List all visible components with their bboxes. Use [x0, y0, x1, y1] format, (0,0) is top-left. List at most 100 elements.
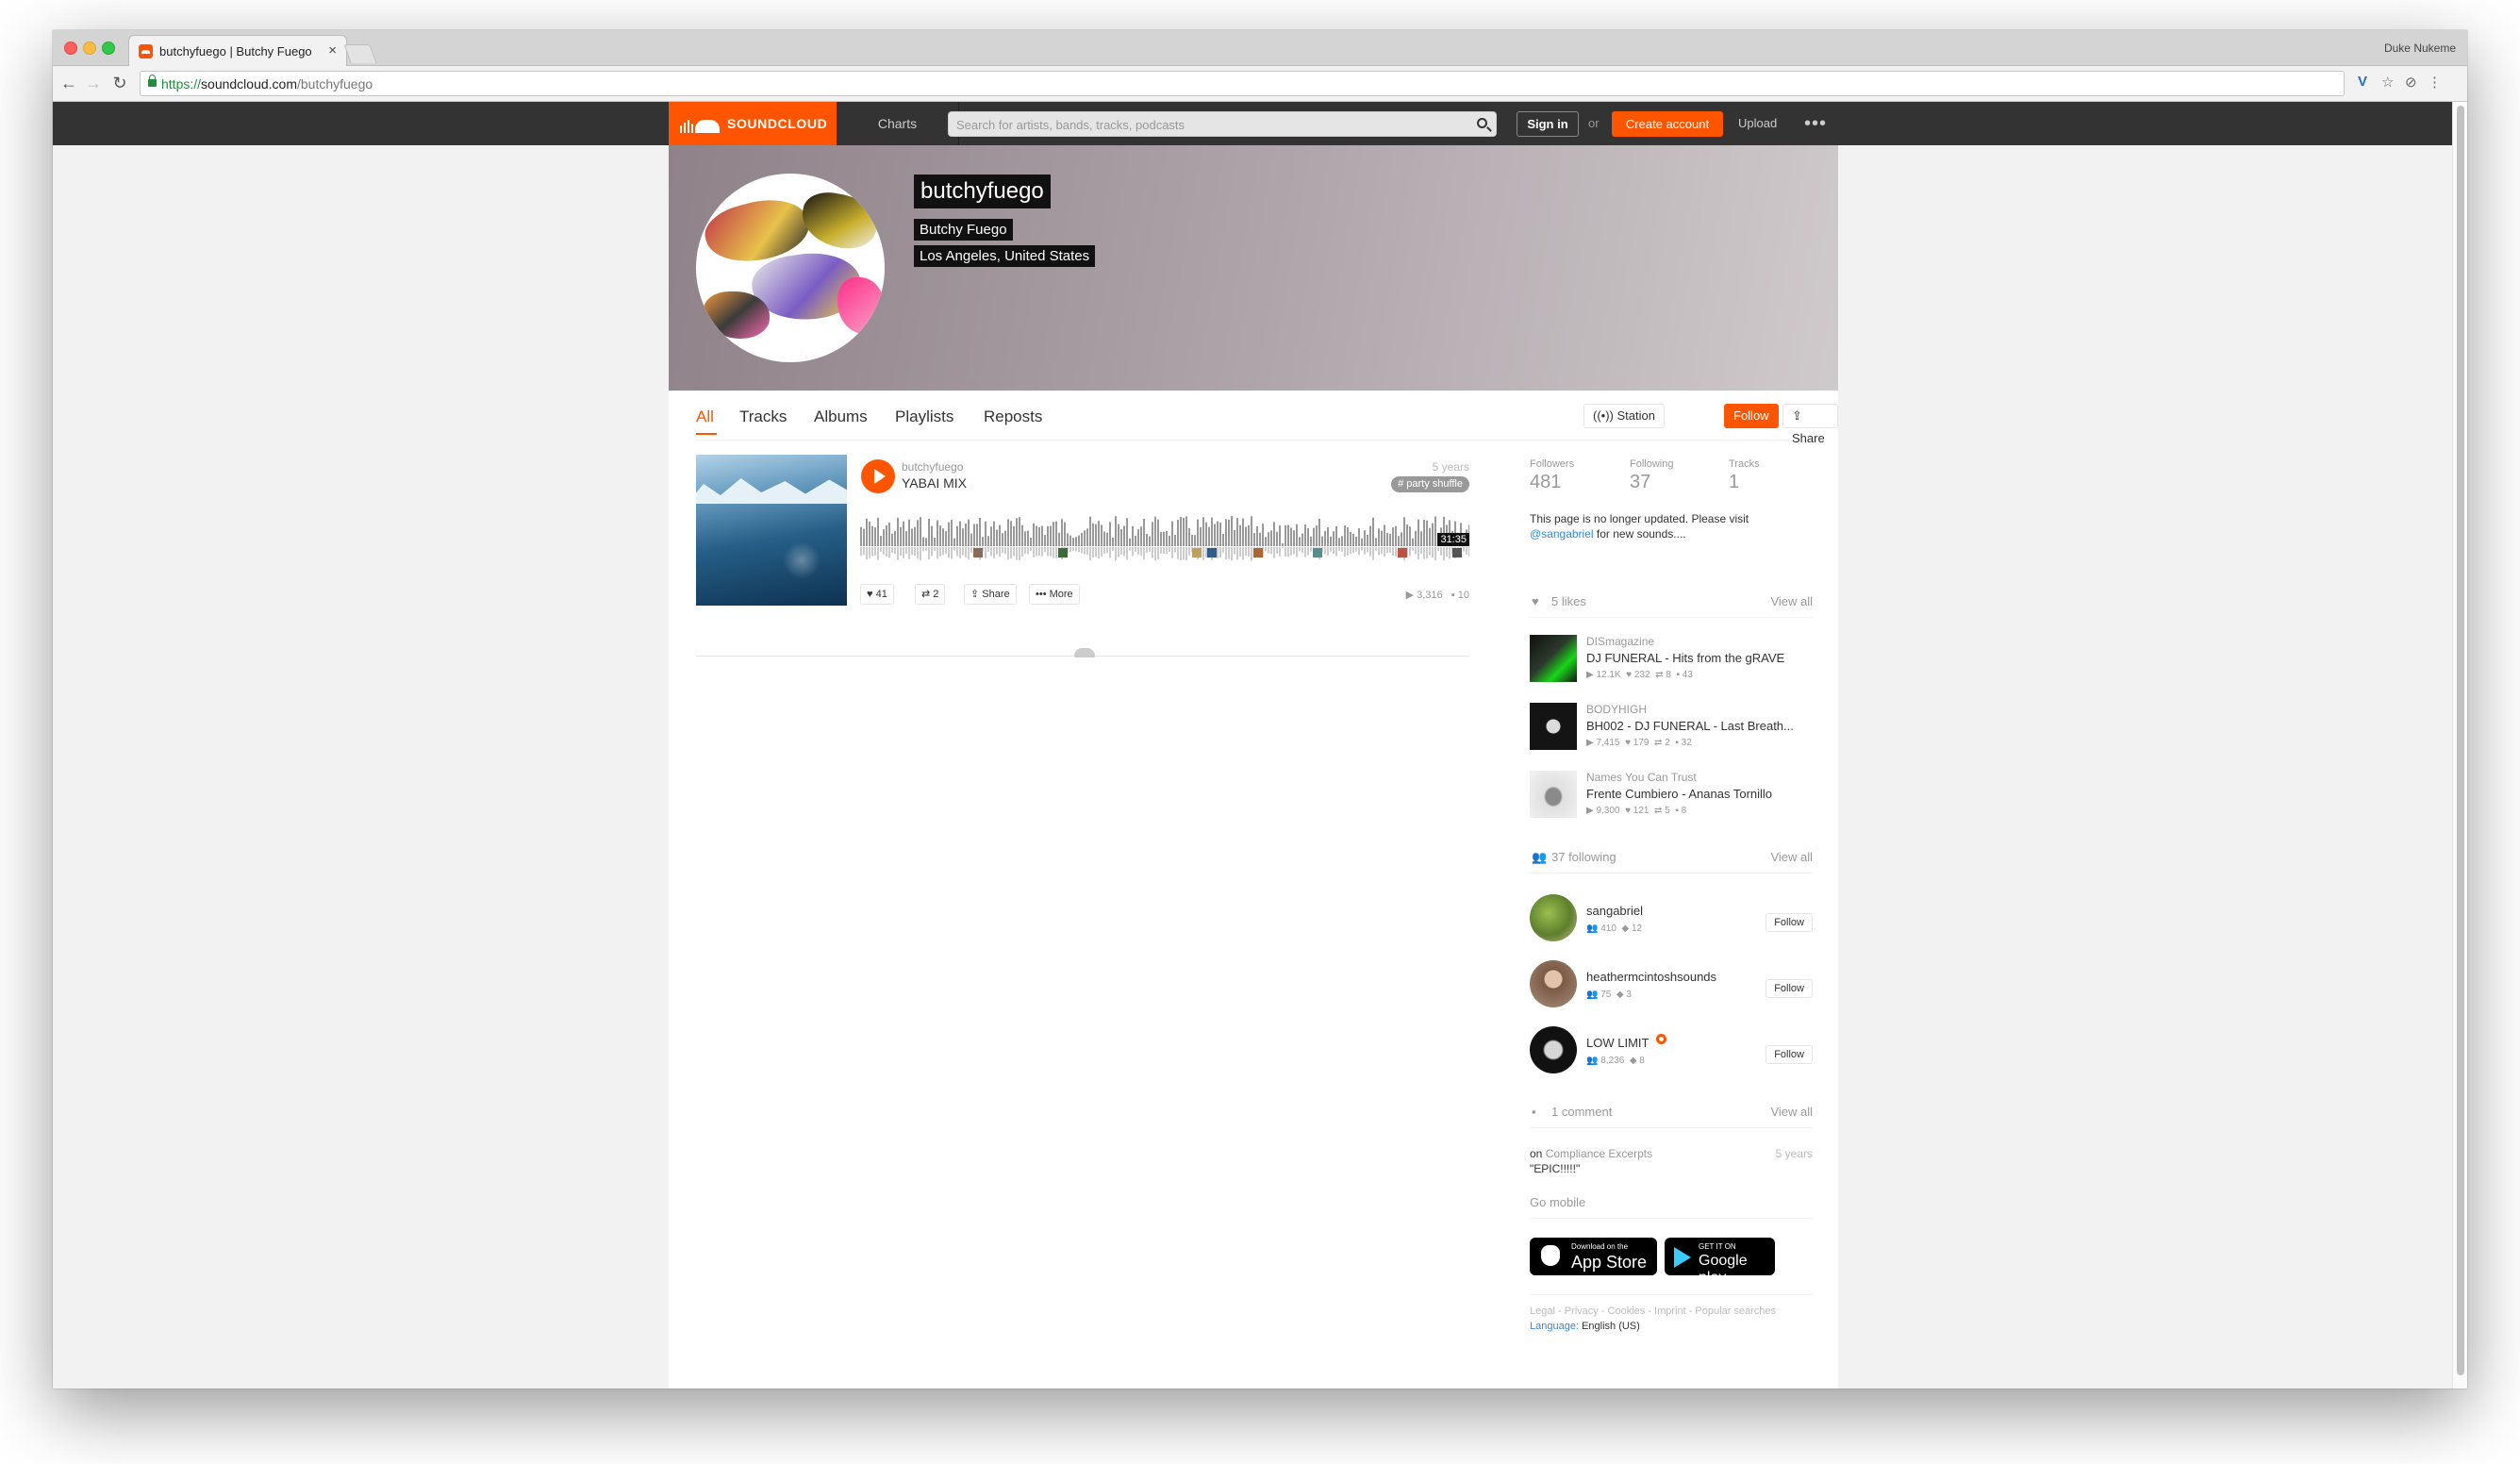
like-button[interactable]: ♥ 41 — [860, 584, 894, 605]
followers-icon: 👥 — [1586, 990, 1601, 1000]
tracks-label[interactable]: Tracks — [1729, 458, 1760, 470]
track-title[interactable]: YABAI MIX — [902, 475, 967, 491]
forward-arrow-icon[interactable]: → — [83, 73, 104, 93]
liked-track[interactable]: DISmagazine DJ FUNERAL - Hits from the g… — [1530, 635, 1813, 691]
tab-tracks[interactable]: Tracks — [739, 408, 787, 426]
track-share-button[interactable]: ⇪ Share — [964, 584, 1017, 605]
search-icon[interactable] — [1477, 118, 1487, 128]
sign-in-button[interactable]: Sign in — [1517, 111, 1579, 137]
upload-link[interactable]: Upload — [1738, 116, 1777, 130]
following-user[interactable]: sangabriel 👥 410 ◆ 12 Follow — [1530, 894, 1813, 951]
url-text: https://soundcloud.com/butchyfuego — [161, 76, 373, 92]
profile-main: butchyfuego Butchy Fuego Los Angeles, Un… — [669, 145, 1838, 1389]
comment-icon: ▪ — [1532, 1105, 1536, 1119]
back-arrow-icon[interactable]: ← — [58, 73, 79, 93]
following-user[interactable]: heathermcintoshsounds 👥 75 ◆ 3 Follow — [1530, 960, 1813, 1017]
comment-track-link[interactable]: Compliance Excerpts — [1546, 1147, 1652, 1160]
language-setting[interactable]: Language: English (US) — [1530, 1321, 1640, 1332]
follow-button[interactable]: Follow — [1724, 404, 1779, 428]
extension-icon[interactable]: ⊘ — [2405, 74, 2417, 91]
follow-user-button[interactable]: Follow — [1766, 1045, 1813, 1064]
following-count[interactable]: 37 — [1630, 472, 1650, 493]
bio-link[interactable]: @sangabriel — [1530, 527, 1594, 541]
menu-kebab-icon[interactable]: ⋮ — [2428, 74, 2442, 91]
more-options-icon[interactable]: ••• — [1804, 113, 1827, 135]
page-viewport: SOUNDCLOUD Charts Search for artists, ba… — [53, 102, 2452, 1389]
tab-bar: butchyfuego | Butchy Fuego × Duke Nukeme — [53, 30, 2467, 66]
profile-username: butchyfuego — [914, 175, 1051, 208]
lock-icon — [148, 75, 157, 87]
extension-v-icon[interactable]: V — [2358, 74, 2367, 90]
track-user[interactable]: butchyfuego — [902, 460, 963, 474]
scroll-thumb[interactable] — [2457, 106, 2464, 1375]
new-tab-button[interactable] — [343, 44, 377, 63]
apple-icon — [1541, 1245, 1560, 1266]
following-label[interactable]: Following — [1630, 458, 1673, 470]
comment-age: 5 years — [1775, 1147, 1813, 1160]
track-tag[interactable]: # party shuffle — [1391, 476, 1469, 492]
track-duration: 31:35 — [1437, 533, 1469, 546]
tabs-divider — [696, 440, 1811, 441]
reload-icon[interactable]: ↻ — [109, 73, 130, 93]
track-stats: ▶ 3,316 ▪ 10 — [1406, 589, 1469, 601]
browser-tab[interactable]: butchyfuego | Butchy Fuego × — [128, 35, 347, 66]
browser-window: butchyfuego | Butchy Fuego × Duke Nukeme… — [53, 30, 2467, 1389]
liked-track[interactable]: BODYHIGH BH002 - DJ FUNERAL - Last Breat… — [1530, 703, 1813, 759]
liked-track-artwork — [1530, 635, 1577, 682]
station-button[interactable]: ((•)) Station — [1583, 404, 1665, 428]
zoom-window-button[interactable] — [102, 42, 115, 55]
profile-location: Los Angeles, United States — [914, 245, 1096, 267]
waveform[interactable]: 31:35 — [860, 507, 1470, 563]
following-user[interactable]: LOW LIMIT 👥 8,236 ◆ 8 Follow — [1530, 1026, 1813, 1083]
search-input[interactable]: Search for artists, bands, tracks, podca… — [948, 111, 1497, 137]
track-artwork[interactable] — [696, 455, 847, 606]
following-header: 👥 37 following View all — [1530, 850, 1813, 873]
track-more-button[interactable]: ••• More — [1029, 584, 1080, 605]
bookmark-star-icon[interactable]: ☆ — [2381, 74, 2394, 91]
track-item: butchyfuego YABAI MIX 5 years # party sh… — [696, 455, 1470, 610]
following-view-all[interactable]: View all — [1770, 850, 1813, 864]
followers-label[interactable]: Followers — [1530, 458, 1574, 470]
nav-charts[interactable]: Charts — [837, 102, 959, 145]
comments-view-all[interactable]: View all — [1770, 1105, 1813, 1119]
browser-profile-name[interactable]: Duke Nukeme — [2384, 42, 2456, 55]
likes-header: ♥ 5 likes View all — [1530, 594, 1813, 618]
tab-albums[interactable]: Albums — [814, 408, 868, 426]
create-account-button[interactable]: Create account — [1612, 111, 1723, 137]
profile-bio: This page is no longer updated. Please v… — [1530, 512, 1749, 541]
likes-view-all[interactable]: View all — [1770, 594, 1813, 608]
play-button[interactable] — [861, 459, 895, 493]
followers-icon: 👥 — [1586, 1056, 1601, 1066]
active-tab-indicator — [696, 433, 717, 435]
profile-full-name: Butchy Fuego — [914, 219, 1013, 241]
tab-reposts[interactable]: Reposts — [984, 408, 1042, 426]
repost-icon: ⇄ — [921, 589, 934, 600]
station-icon: ((•)) — [1593, 408, 1617, 423]
page-scrollbar[interactable] — [2452, 102, 2467, 1389]
minimize-window-button[interactable] — [83, 42, 96, 55]
liked-track[interactable]: Names You Can Trust Frente Cumbiero - An… — [1530, 771, 1813, 827]
address-bar[interactable]: https://soundcloud.com/butchyfuego — [140, 71, 2345, 96]
comment-text: "EPIC!!!!!" — [1530, 1162, 1581, 1175]
comment-icon: ▪ — [1451, 590, 1458, 601]
share-button[interactable]: ⇪ Share — [1782, 404, 1838, 445]
follow-user-button[interactable]: Follow — [1766, 979, 1813, 998]
followers-count[interactable]: 481 — [1530, 472, 1561, 493]
footer-links[interactable]: Legal - Privacy - Cookies - Imprint - Po… — [1530, 1306, 1776, 1317]
app-store-badge[interactable]: Download on the App Store — [1530, 1238, 1657, 1275]
site-header: SOUNDCLOUD Charts Search for artists, ba… — [53, 102, 2452, 145]
close-window-button[interactable] — [64, 42, 77, 55]
user-avatar — [1530, 1026, 1577, 1073]
tab-playlists[interactable]: Playlists — [895, 408, 953, 426]
tracks-count[interactable]: 1 — [1729, 472, 1739, 493]
comments-header: ▪ 1 comment View all — [1530, 1105, 1813, 1128]
follow-user-button[interactable]: Follow — [1766, 913, 1813, 932]
or-label: or — [1588, 116, 1600, 130]
soundcloud-logo[interactable]: SOUNDCLOUD — [669, 102, 837, 145]
repost-button[interactable]: ⇄ 2 — [915, 584, 946, 605]
google-play-badge[interactable]: GET IT ON Google play — [1665, 1238, 1775, 1286]
tab-close-icon[interactable]: × — [328, 42, 337, 58]
profile-avatar — [696, 174, 885, 362]
heart-icon: ♥ — [867, 589, 876, 600]
tab-all[interactable]: All — [696, 408, 714, 426]
